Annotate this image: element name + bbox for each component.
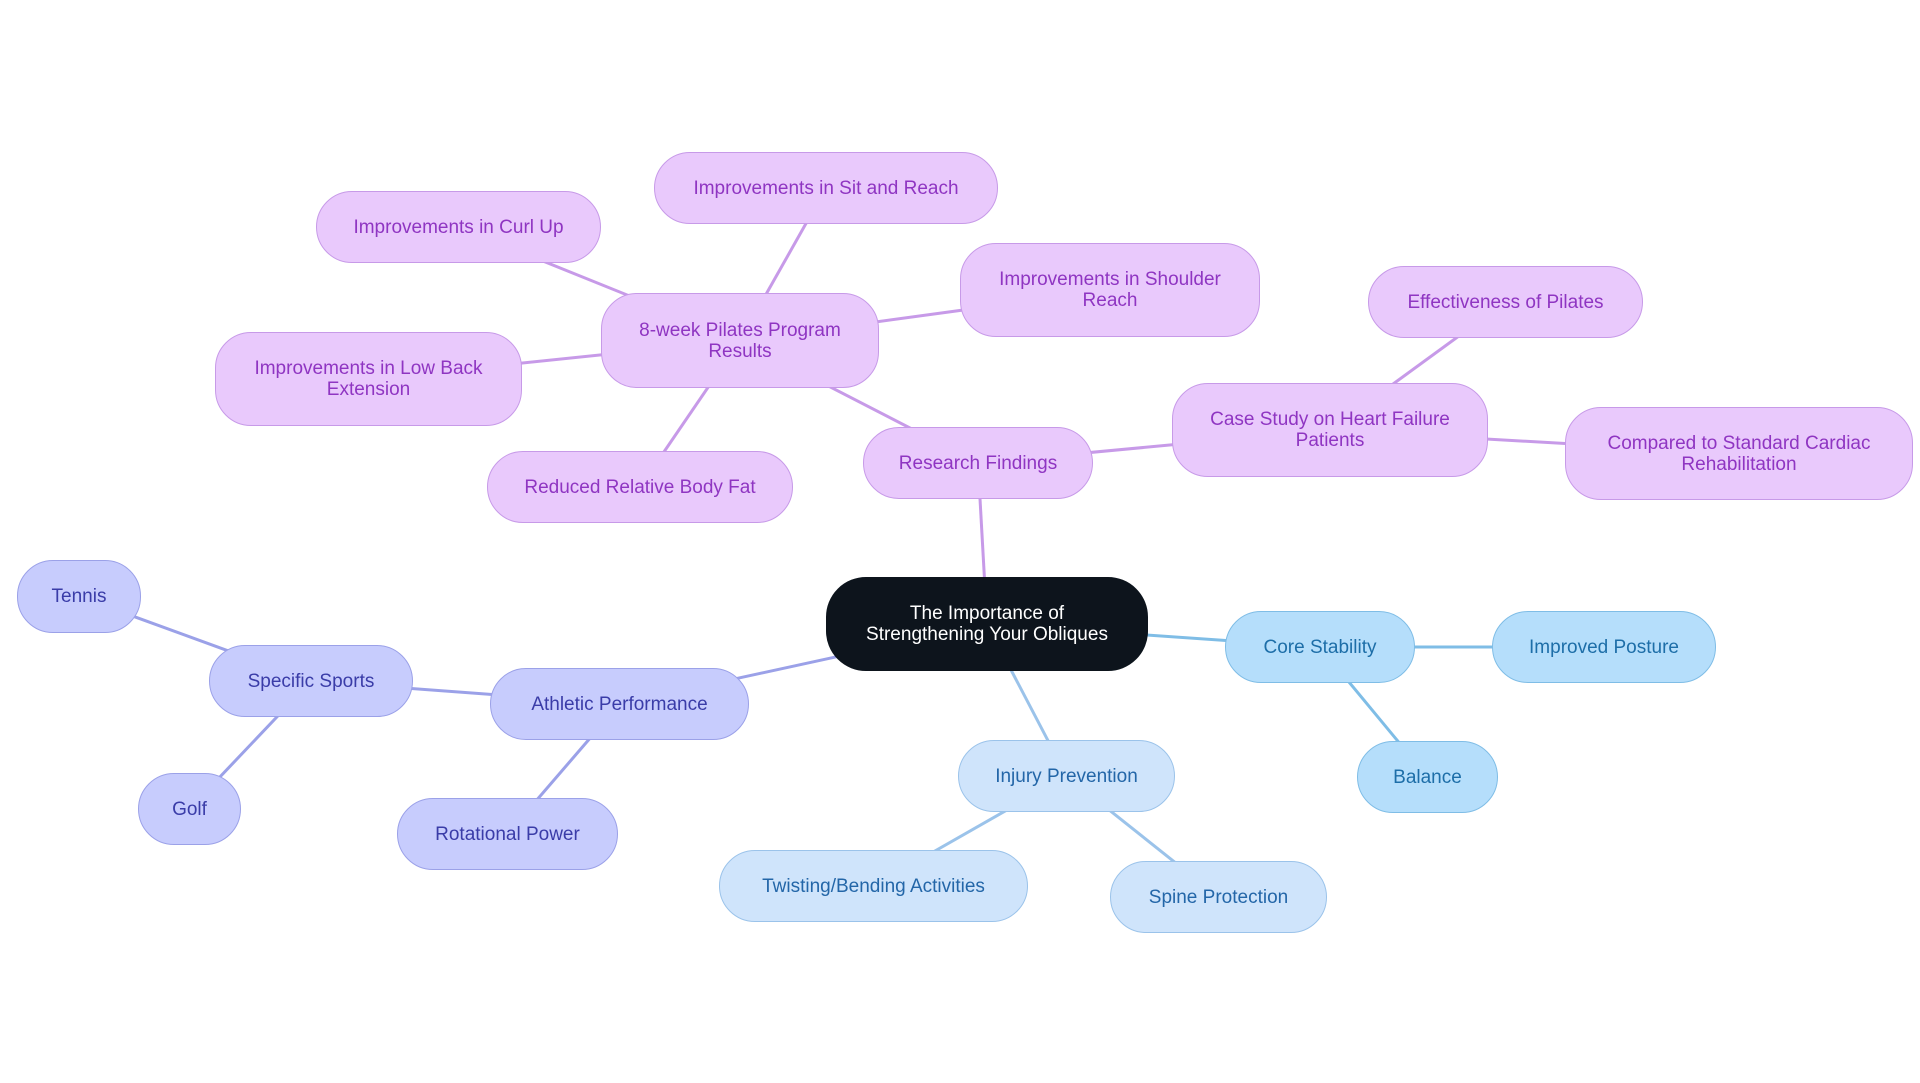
node-label: Improvements in Sit and Reach xyxy=(693,177,959,199)
node-label: Improvements in Low Back Extension xyxy=(254,358,483,400)
node-label: Improvements in Curl Up xyxy=(353,216,564,238)
node-label: Research Findings xyxy=(898,452,1058,474)
node-label: Improved Posture xyxy=(1529,636,1679,658)
node-compared-cardiac-rehab[interactable]: Compared to Standard Cardiac Rehabilitat… xyxy=(1565,407,1913,500)
node-reduced-body-fat[interactable]: Reduced Relative Body Fat xyxy=(487,451,793,523)
node-label: Spine Protection xyxy=(1148,886,1289,908)
node-case-study-heart-failure[interactable]: Case Study on Heart Failure Patients xyxy=(1172,383,1488,477)
node-label: Athletic Performance xyxy=(531,693,708,715)
node-label: 8-week Pilates Program Results xyxy=(639,319,841,362)
node-shoulder-reach[interactable]: Improvements in Shoulder Reach xyxy=(960,243,1260,337)
node-label: Injury Prevention xyxy=(995,765,1138,787)
node-label: Specific Sports xyxy=(247,670,375,692)
node-spine-protection[interactable]: Spine Protection xyxy=(1110,861,1327,933)
node-tennis[interactable]: Tennis xyxy=(17,560,141,633)
node-effectiveness-of-pilates[interactable]: Effectiveness of Pilates xyxy=(1368,266,1643,338)
node-sit-and-reach[interactable]: Improvements in Sit and Reach xyxy=(654,152,998,224)
node-golf[interactable]: Golf xyxy=(138,773,241,845)
node-label: Rotational Power xyxy=(435,823,580,845)
node-label: Core Stability xyxy=(1263,636,1377,658)
node-balance[interactable]: Balance xyxy=(1357,741,1498,813)
node-core-stability[interactable]: Core Stability xyxy=(1225,611,1415,683)
node-label: Case Study on Heart Failure Patients xyxy=(1210,409,1450,451)
node-curl-up[interactable]: Improvements in Curl Up xyxy=(316,191,601,263)
node-injury-prevention[interactable]: Injury Prevention xyxy=(958,740,1175,812)
node-8-week-pilates-results[interactable]: 8-week Pilates Program Results xyxy=(601,293,879,388)
node-specific-sports[interactable]: Specific Sports xyxy=(209,645,413,717)
node-twisting-bending[interactable]: Twisting/Bending Activities xyxy=(719,850,1028,922)
node-athletic-performance[interactable]: Athletic Performance xyxy=(490,668,749,740)
node-rotational-power[interactable]: Rotational Power xyxy=(397,798,618,870)
node-improved-posture[interactable]: Improved Posture xyxy=(1492,611,1716,683)
node-label: Balance xyxy=(1393,766,1462,788)
node-label: Improvements in Shoulder Reach xyxy=(999,269,1221,311)
root-node-label: The Importance of Strengthening Your Obl… xyxy=(866,603,1108,645)
node-label: Golf xyxy=(172,798,207,820)
node-label: Tennis xyxy=(51,586,107,607)
node-low-back-extension[interactable]: Improvements in Low Back Extension xyxy=(215,332,522,426)
node-label: Twisting/Bending Activities xyxy=(762,875,985,897)
root-node[interactable]: The Importance of Strengthening Your Obl… xyxy=(826,577,1148,671)
node-label: Compared to Standard Cardiac Rehabilitat… xyxy=(1607,432,1871,475)
node-label: Effectiveness of Pilates xyxy=(1407,291,1604,313)
node-label: Reduced Relative Body Fat xyxy=(524,476,756,498)
node-research-findings[interactable]: Research Findings xyxy=(863,427,1093,499)
